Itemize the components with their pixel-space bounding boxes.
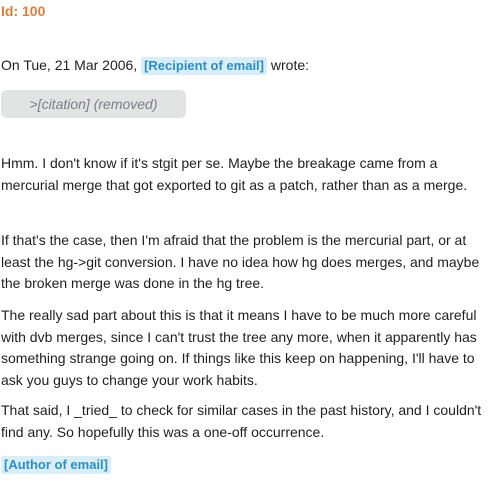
recipient-tag: [Recipient of email] [141,57,268,75]
email-view: Id: 100 On Tue, 21 Mar 2006, [Recipient … [0,0,500,480]
author-tag: [Author of email] [1,456,111,474]
citation-removed-placeholder: >[citation] (removed) [1,90,186,118]
body-paragraph-3: The really sad part about this is that i… [1,307,477,388]
quote-intro-line: On Tue, 21 Mar 2006, [Recipient of email… [1,55,309,75]
body-paragraph-1: Hmm. I don't know if it's stgit per se. … [1,155,468,193]
email-id: Id: 100 [1,3,46,19]
body-paragraph-2: If that's the case, then I'm afraid that… [1,232,480,291]
quote-intro-suffix: wrote: [270,57,310,73]
body-paragraph-4: That said, I _tried_ to check for simila… [1,402,482,440]
quote-intro-prefix: On Tue, 21 Mar 2006, [1,57,138,73]
